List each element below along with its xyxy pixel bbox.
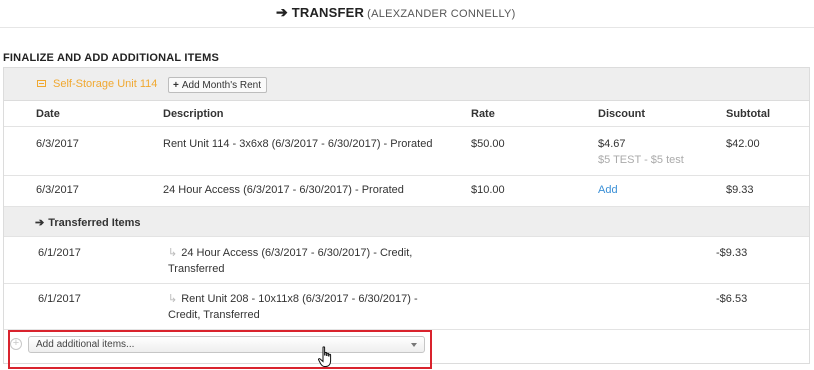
add-items-placeholder: Add additional items... (36, 339, 135, 350)
add-additional-items-select[interactable]: Add additional items... (28, 336, 425, 353)
row-description-text: 24 Hour Access (6/3/2017 - 6/30/2017) - … (168, 247, 413, 275)
row-date: 6/1/2017 (38, 247, 81, 259)
column-header-date: Date (36, 108, 60, 120)
page-header: ➔ TRANSFER (ALEXZANDER CONNELLY) (0, 0, 814, 28)
transferred-items-header: ➔ Transferred Items (4, 206, 809, 237)
plus-icon: + (173, 80, 179, 91)
row-date: 6/1/2017 (38, 293, 81, 305)
column-header-subtotal: Subtotal (726, 108, 770, 120)
page-title-text: TRANSFER (291, 5, 365, 20)
row-subtotal: -$9.33 (716, 247, 748, 259)
items-panel: Self-Storage Unit 114 + Add Month's Rent … (3, 67, 810, 364)
column-header-rate: Rate (471, 108, 495, 120)
storage-unit-icon (37, 80, 46, 87)
header-divider (4, 126, 809, 127)
row-subtotal: $9.33 (726, 184, 754, 196)
add-circle-icon[interactable]: + (10, 338, 22, 350)
tenant-name: (ALEXZANDER CONNELLY) (367, 8, 516, 20)
unit-name[interactable]: Self-Storage Unit 114 (53, 78, 157, 90)
row-description: Rent Unit 114 - 3x6x8 (6/3/2017 - 6/30/2… (163, 138, 433, 150)
hand-cursor-icon (318, 346, 332, 367)
add-months-rent-button[interactable]: + Add Month's Rent (168, 77, 268, 93)
row-description: ↳ 24 Hour Access (6/3/2017 - 6/30/2017) -… (168, 245, 438, 277)
section-title: FINALIZE AND ADD ADDITIONAL ITEMS (3, 52, 219, 64)
add-months-rent-label: Add Month's Rent (181, 80, 262, 91)
child-arrow-icon: ↳ (168, 293, 178, 305)
chevron-down-icon (411, 343, 417, 347)
row-divider (4, 175, 809, 176)
unit-bar: Self-Storage Unit 114 + Add Month's Rent (4, 68, 809, 101)
row-discount: $4.67 (598, 138, 626, 150)
add-discount-link[interactable]: Add (598, 184, 618, 196)
child-arrow-icon: ↳ (168, 247, 178, 259)
row-description-text: Rent Unit 208 - 10x11x8 (6/3/2017 - 6/30… (168, 293, 418, 321)
row-rate: $10.00 (471, 184, 505, 196)
arrow-right-icon: ➔ (35, 217, 45, 229)
column-header-description: Description (163, 108, 224, 120)
row-discount-note: $5 TEST - $5 test (598, 154, 684, 166)
row-subtotal: -$6.53 (716, 293, 748, 305)
column-header-discount: Discount (598, 108, 646, 120)
transfer-arrow-icon: ➔ (276, 4, 288, 20)
transferred-items-title: Transferred Items (48, 217, 141, 229)
page-title: ➔ TRANSFER (ALEXZANDER CONNELLY) (276, 4, 516, 21)
transferred-items-label: ➔ Transferred Items (35, 216, 141, 229)
row-description: 24 Hour Access (6/3/2017 - 6/30/2017) - … (163, 184, 404, 196)
row-rate: $50.00 (471, 138, 505, 150)
row-date: 6/3/2017 (36, 138, 79, 150)
row-subtotal: $42.00 (726, 138, 760, 150)
row-description: ↳ Rent Unit 208 - 10x11x8 (6/3/2017 - 6/3… (168, 291, 438, 323)
row-date: 6/3/2017 (36, 184, 79, 196)
row-divider (4, 283, 809, 284)
